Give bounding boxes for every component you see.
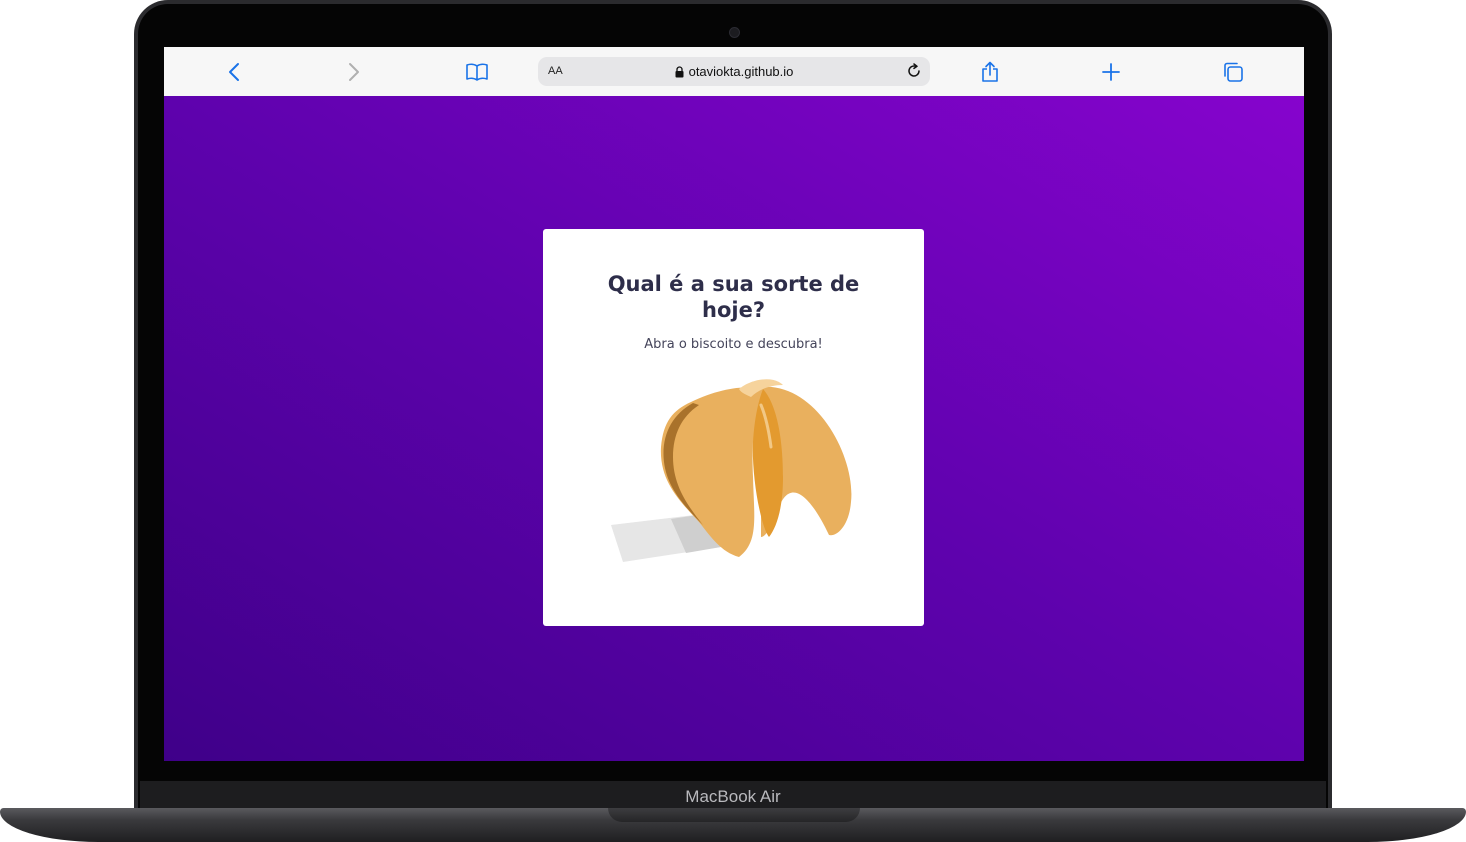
new-tab-icon: [1102, 63, 1120, 81]
card-title: Qual é a sua sorte de hoje?: [607, 272, 860, 322]
reload-icon: [908, 63, 920, 77]
laptop-notch: [608, 808, 860, 822]
camera: [729, 27, 740, 38]
bookmarks-button[interactable]: [464, 59, 490, 85]
reload-button[interactable]: [904, 61, 924, 81]
screen: AA otaviokta.github.io Qual é a sua sort…: [164, 47, 1304, 761]
address-bar[interactable]: AA otaviokta.github.io: [538, 57, 930, 86]
card-subtitle: Abra o biscoito e descubra!: [644, 337, 823, 352]
url-text: otaviokta.github.io: [688, 64, 794, 79]
tabs-icon: [1224, 62, 1243, 82]
forward-button[interactable]: [341, 59, 367, 85]
page-content: Qual é a sua sorte de hoje? Abra o bisco…: [164, 96, 1304, 761]
fortune-card: Qual é a sua sorte de hoje? Abra o bisco…: [543, 229, 924, 626]
model-label: MacBook Air: [685, 787, 781, 806]
browser-toolbar: AA otaviokta.github.io: [164, 47, 1304, 97]
lock-icon: [675, 65, 684, 77]
forward-icon: [349, 63, 359, 81]
tabs-button[interactable]: [1220, 59, 1246, 85]
fortune-cookie-image: [611, 379, 852, 562]
back-button[interactable]: [221, 59, 247, 85]
share-icon: [982, 61, 998, 82]
new-tab-button[interactable]: [1098, 59, 1124, 85]
url-display: otaviokta.github.io: [538, 57, 930, 86]
fortune-cookie-button[interactable]: [611, 377, 855, 569]
bookmarks-icon: [466, 63, 488, 81]
back-icon: [229, 63, 239, 81]
share-button[interactable]: [977, 59, 1003, 85]
